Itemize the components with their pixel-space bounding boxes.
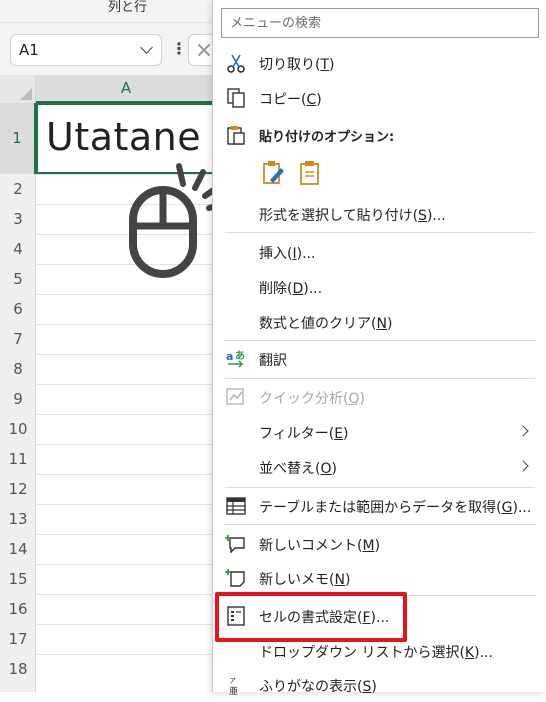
row-header[interactable]: 16 (0, 594, 36, 624)
new-comment-icon (225, 535, 245, 554)
context-menu: 切り取り(T) コピー(C) 貼り付けのオプション: 形式を選択して貼り付け(S… (212, 0, 546, 696)
menu-item-get-data[interactable]: テーブルまたは範囲からデータを取得(G)... (213, 489, 546, 523)
format-cells-highlight (215, 592, 407, 642)
row-header[interactable]: 14 (0, 534, 36, 564)
svg-text:a: a (226, 350, 233, 363)
row-header[interactable]: 15 (0, 564, 36, 594)
table-icon (226, 497, 246, 515)
menu-item-delete[interactable]: 削除(D)... (213, 270, 546, 304)
row-header[interactable]: 12 (0, 474, 36, 504)
row-header[interactable]: 8 (0, 354, 36, 384)
menu-item-sort[interactable]: 並べ替え(O) (213, 450, 546, 484)
clipboard-icon (227, 126, 245, 145)
row-header[interactable]: 18 (0, 654, 36, 684)
menu-separator (225, 487, 535, 488)
paste-formatting-icon[interactable] (261, 160, 285, 186)
row-header[interactable]: 17 (0, 624, 36, 654)
row-header[interactable]: 6 (0, 294, 36, 324)
menu-item-clear-contents[interactable]: 数式と値のクリア(N) (213, 305, 546, 339)
menu-item-paste-special[interactable]: 形式を選択して貼り付け(S)... (213, 197, 546, 231)
translate-icon: a あ (226, 349, 245, 368)
name-box-value: A1 (19, 41, 39, 59)
menu-item-new-comment[interactable]: 新しいコメント(M) (213, 527, 546, 561)
menu-separator (225, 340, 535, 341)
menu-item-new-note[interactable]: 新しいメモ(N) (213, 561, 546, 595)
menu-item-filter[interactable]: フィルター(E) (213, 415, 546, 449)
row-header[interactable]: 5 (0, 264, 36, 294)
row-header[interactable]: 4 (0, 234, 36, 264)
menu-item-quick-analysis[interactable]: クイック分析(Q) (213, 380, 546, 414)
cell-a1-value: Utatane (46, 115, 202, 159)
new-note-icon (225, 569, 245, 587)
phonetic-guide-icon: ア 亜 (229, 677, 238, 696)
chevron-right-icon (517, 460, 529, 472)
row-header[interactable]: 3 (0, 204, 36, 234)
paste-icon[interactable] (299, 160, 321, 186)
menu-separator (225, 524, 535, 525)
svg-text:あ: あ (235, 349, 245, 362)
menu-item-insert[interactable]: 挿入(I)... (213, 235, 546, 269)
svg-text:亜: 亜 (229, 686, 238, 696)
column-header-a[interactable]: A (36, 75, 216, 103)
ribbon-group-label: 列と行 (108, 0, 148, 15)
menu-item-phonetic[interactable]: ア 亜 ふりがなの表示(S) (213, 668, 546, 702)
menu-header-paste-options: 貼り付けのオプション: (213, 118, 546, 152)
row-header[interactable]: 1 (0, 103, 36, 174)
scissors-icon (227, 54, 245, 73)
menu-separator (225, 232, 535, 233)
row-header[interactable]: 11 (0, 444, 36, 474)
row-header[interactable]: 2 (0, 174, 36, 204)
copy-icon (227, 88, 245, 108)
chevron-right-icon (517, 425, 529, 437)
name-box[interactable]: A1 (10, 34, 162, 66)
menu-search-input[interactable] (221, 8, 539, 38)
menu-item-cut[interactable]: 切り取り(T) (213, 46, 546, 80)
svg-text:ア: ア (229, 677, 236, 685)
row-header[interactable]: 13 (0, 504, 36, 534)
menu-separator (225, 378, 535, 379)
chevron-down-icon[interactable] (140, 41, 153, 54)
row-header[interactable]: 10 (0, 414, 36, 444)
row-header-column: 1 2 3 4 5 6 7 8 9 10 11 12 13 14 15 16 1… (0, 103, 36, 692)
quick-analysis-icon (226, 388, 244, 405)
menu-item-copy[interactable]: コピー(C) (213, 81, 546, 115)
formula-bar-separator[interactable]: ⋮ (171, 39, 187, 58)
row-header[interactable]: 9 (0, 384, 36, 414)
row-header[interactable]: 7 (0, 324, 36, 354)
paste-options-label: 貼り付けのオプション: (259, 130, 395, 145)
menu-item-translate[interactable]: a あ 翻訳 (213, 342, 546, 376)
select-all-corner[interactable] (0, 75, 36, 103)
